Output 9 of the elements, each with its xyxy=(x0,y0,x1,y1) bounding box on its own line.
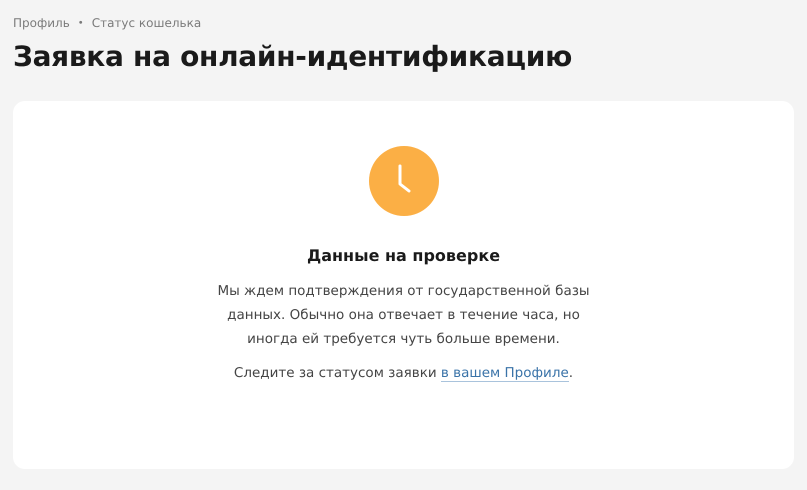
breadcrumb-link[interactable]: Профиль xyxy=(13,16,70,30)
breadcrumb-link[interactable]: Статус кошелька xyxy=(92,16,202,30)
breadcrumb-separator: • xyxy=(78,18,84,28)
profile-link[interactable]: в вашем Профиле xyxy=(440,365,569,382)
status-message: Мы ждем подтверждения от государственной базы данных. Обычно она отвечает в течение часа, но иногда ей требуется чуть больше времени. xyxy=(216,282,591,349)
status-hint: Следите за статусом заявки в вашем Профиле. xyxy=(234,365,574,381)
clock-icon xyxy=(368,146,438,216)
page-title: Заявка на онлайн-идентификацию xyxy=(13,40,573,73)
status-heading: Данные на проверке xyxy=(306,246,500,265)
